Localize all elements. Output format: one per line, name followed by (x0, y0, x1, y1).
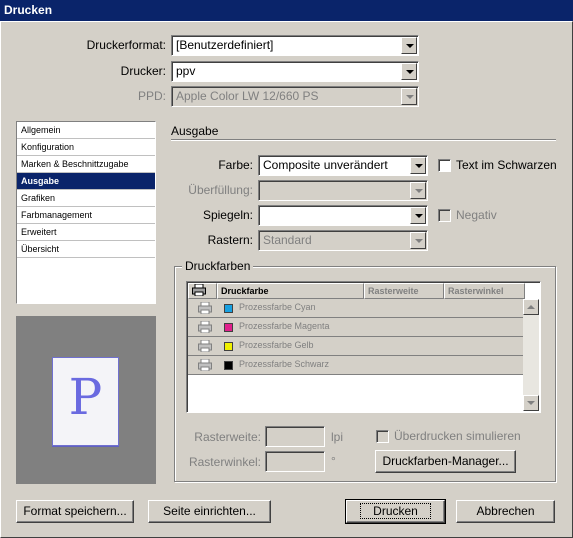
ppd-value: Apple Color LW 12/660 PS (176, 89, 319, 103)
chevron-down-icon[interactable] (401, 63, 417, 80)
ink-name: Prozessfarbe Cyan (239, 302, 316, 312)
negativ-checkbox (438, 209, 451, 222)
printer-value: ppv (176, 64, 196, 78)
nav-item-uebersicht[interactable]: Übersicht (17, 241, 155, 258)
rasterweite-label: Rasterweite: (194, 430, 261, 444)
rasterweite-input (265, 426, 325, 447)
ink-swatch (224, 323, 233, 332)
rastern-label: Rastern: (207, 233, 253, 247)
nav-item-grafiken[interactable]: Grafiken (17, 190, 155, 207)
ink-swatch (224, 342, 233, 351)
col-druckfarbe[interactable]: Druckfarbe (217, 283, 364, 299)
rastern-value: Standard (263, 233, 312, 247)
ink-swatch (224, 304, 233, 313)
preview-letter: P (68, 368, 103, 426)
format-select[interactable]: [Benutzerdefiniert] (171, 35, 419, 56)
ink-row[interactable]: Prozessfarbe Cyan (188, 299, 525, 318)
section-title: Ausgabe (171, 124, 219, 138)
text-schwarz-label: Text im Schwarzen (456, 158, 557, 172)
format-value: [Benutzerdefiniert] (176, 38, 274, 52)
printer-select[interactable]: ppv (171, 61, 419, 82)
negativ-label: Negativ (456, 208, 497, 222)
nav-item-ausgabe[interactable]: Ausgabe (17, 173, 155, 190)
scroll-down-icon[interactable] (523, 395, 539, 411)
printer-icon[interactable] (193, 358, 217, 373)
ink-row[interactable]: Prozessfarbe Schwarz (188, 356, 525, 375)
druckfarben-manager-button[interactable]: Druckfarben-Manager... (375, 450, 516, 473)
spiegeln-select[interactable] (258, 205, 428, 226)
rasterwinkel-label: Rasterwinkel: (188, 455, 261, 469)
printer-icon (188, 283, 217, 299)
format-label: Druckerformat: (86, 38, 166, 52)
rastern-select: Standard (258, 230, 428, 251)
chevron-down-icon (401, 88, 417, 105)
chevron-down-icon[interactable] (410, 157, 426, 174)
ppd-label: PPD: (137, 89, 166, 103)
ueberfuellung-select (258, 180, 428, 201)
ink-swatch (224, 361, 233, 370)
rasterwinkel-input (265, 451, 325, 472)
inks-scrollbar[interactable] (523, 299, 539, 411)
window-title: Drucken (0, 0, 573, 21)
inks-table-header: Druckfarbe Rasterweite Rasterwinkel (188, 283, 525, 299)
text-schwarz-checkbox[interactable] (438, 159, 451, 172)
printer-label: Drucker: (120, 64, 166, 78)
ink-row[interactable]: Prozessfarbe Magenta (188, 318, 525, 337)
farbe-select[interactable]: Composite unverändert (258, 155, 428, 176)
ueberfuellung-label: Überfüllung: (188, 183, 253, 197)
ink-row[interactable]: Prozessfarbe Gelb (188, 337, 525, 356)
print-button-label: Drucken (360, 503, 431, 519)
chevron-down-icon[interactable] (401, 37, 417, 54)
rasterwinkel-unit: ° (331, 454, 336, 468)
col-rasterweite[interactable]: Rasterweite (364, 283, 444, 299)
print-button[interactable]: Drucken (345, 499, 446, 524)
scroll-up-icon[interactable] (523, 299, 539, 315)
farbe-label: Farbe: (218, 158, 253, 172)
chevron-down-icon (410, 182, 426, 199)
printer-icon[interactable] (193, 339, 217, 354)
ueberdrucken-label: Überdrucken simulieren (394, 429, 521, 443)
preview-page: P (52, 357, 119, 446)
rasterweite-unit: lpi (331, 430, 344, 444)
section-divider (171, 139, 556, 141)
ink-name: Prozessfarbe Schwarz (239, 359, 330, 369)
nav-item-farbmanagement[interactable]: Farbmanagement (17, 207, 155, 224)
cancel-button[interactable]: Abbrechen (456, 500, 555, 523)
ppd-select: Apple Color LW 12/660 PS (171, 86, 419, 107)
chevron-down-icon[interactable] (410, 207, 426, 224)
spiegeln-label: Spiegeln: (202, 208, 253, 222)
ueberdrucken-checkbox (376, 430, 389, 443)
category-list[interactable]: Allgemein Konfiguration Marken & Beschni… (16, 121, 156, 304)
printer-icon[interactable] (193, 301, 217, 316)
nav-item-allgemein[interactable]: Allgemein (17, 122, 155, 139)
inks-group-title: Druckfarben (182, 259, 254, 273)
nav-item-erweitert[interactable]: Erweitert (17, 224, 155, 241)
ink-name: Prozessfarbe Gelb (239, 340, 314, 350)
col-rasterwinkel[interactable]: Rasterwinkel (444, 283, 525, 299)
ink-name: Prozessfarbe Magenta (239, 321, 330, 331)
nav-item-marken[interactable]: Marken & Beschnittzugabe (17, 156, 155, 173)
page-setup-button[interactable]: Seite einrichten... (148, 500, 271, 523)
nav-item-konfiguration[interactable]: Konfiguration (17, 139, 155, 156)
farbe-value: Composite unverändert (263, 158, 388, 172)
inks-table[interactable]: Druckfarbe Rasterweite Rasterwinkel Proz… (186, 281, 541, 413)
printer-icon[interactable] (193, 320, 217, 335)
save-format-button[interactable]: Format speichern... (16, 500, 134, 523)
chevron-down-icon (410, 232, 426, 249)
